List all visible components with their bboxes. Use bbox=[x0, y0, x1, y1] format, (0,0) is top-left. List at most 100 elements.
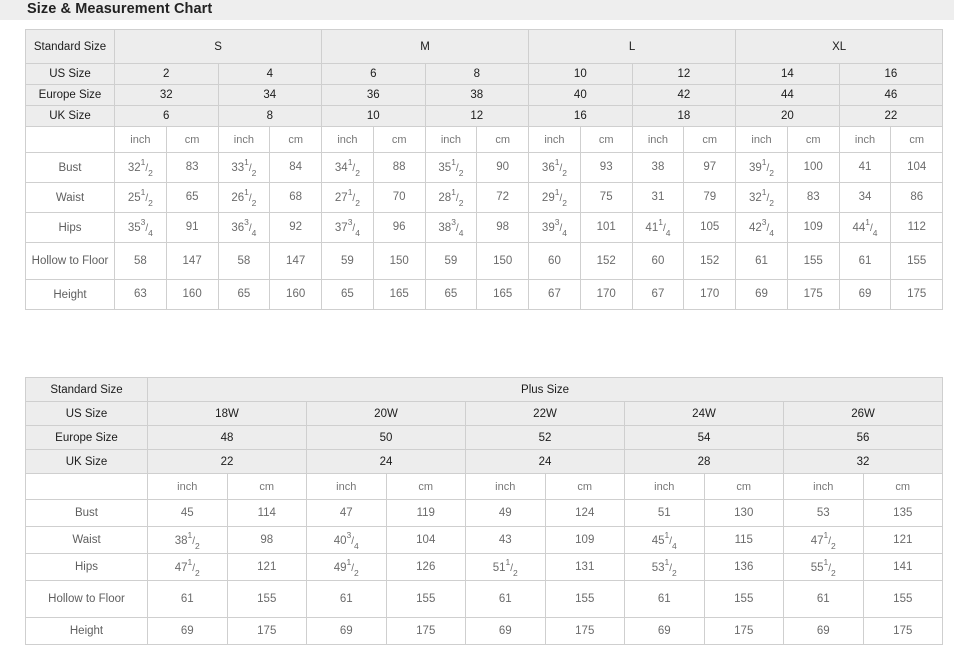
measurement-cell: 98 bbox=[226, 526, 307, 554]
size-value: 20W bbox=[306, 401, 466, 426]
measurement-cell: 261/2 bbox=[217, 182, 271, 213]
measurement-cell: 84 bbox=[269, 152, 323, 183]
size-value: 22 bbox=[147, 449, 307, 474]
size-value: 32 bbox=[114, 84, 219, 106]
measurement-cell: 67 bbox=[631, 279, 685, 310]
measurement-cell: 155 bbox=[786, 242, 840, 280]
measurement-value: 152 bbox=[700, 254, 720, 267]
measurement-row: Height 63 160 65 160 65 165 65 165 67 170 67 170 69 17… bbox=[25, 279, 944, 310]
measurement-cell: 105 bbox=[683, 212, 737, 243]
measurement-value: 104 bbox=[907, 161, 927, 174]
measurement-value: 88 bbox=[392, 161, 406, 174]
measurement-value: 83 bbox=[806, 191, 820, 204]
size-chart-page: Size & Measurement Chart Standard Size S M… bbox=[0, 0, 954, 649]
measurement-value: 160 bbox=[182, 288, 202, 301]
measurement-cell: 69 bbox=[147, 617, 228, 645]
measurement-cell: 68 bbox=[269, 182, 323, 213]
measurement-value: 63 bbox=[133, 288, 147, 301]
measurement-cell: 165 bbox=[476, 279, 530, 310]
measurement-cell: 98 bbox=[476, 212, 530, 243]
unit-header-inch: inch bbox=[735, 126, 788, 153]
measurement-cell: 121 bbox=[862, 526, 944, 554]
size-value: 16 bbox=[528, 105, 633, 127]
measurement-cell: 119 bbox=[385, 499, 466, 527]
unit-header-cm: cm bbox=[544, 473, 625, 500]
measurement-value: 91 bbox=[185, 221, 199, 234]
measurement-cell: 69 bbox=[306, 617, 387, 645]
measurement-cell: 65 bbox=[217, 279, 271, 310]
measurement-value: 155 bbox=[734, 592, 754, 605]
measurement-value: 155 bbox=[907, 254, 927, 267]
measurement-value: 271/2 bbox=[334, 187, 360, 209]
measurement-cell: 131 bbox=[544, 553, 625, 581]
measurement-value: 61 bbox=[498, 592, 512, 605]
unit-header-inch: inch bbox=[631, 126, 685, 153]
size-row: Europe Size 32 34 36 38 40 42 44 46 bbox=[25, 84, 944, 106]
measurement-cell: 451/4 bbox=[624, 526, 705, 554]
measurement-cell: 112 bbox=[890, 212, 944, 243]
measurement-cell: 155 bbox=[703, 580, 784, 618]
measurement-value: 155 bbox=[416, 592, 436, 605]
measurement-value: 69 bbox=[657, 624, 671, 637]
measurement-value: 61 bbox=[339, 592, 353, 605]
measurement-cell: 291/2 bbox=[528, 182, 581, 213]
size-value: 2 bbox=[114, 63, 219, 85]
measurement-value: 170 bbox=[700, 288, 720, 301]
measurement-cell: 351/2 bbox=[424, 152, 478, 183]
measurement-cell: 65 bbox=[165, 182, 219, 213]
measurement-value: 373/4 bbox=[334, 217, 360, 239]
measurement-value: 331/2 bbox=[231, 157, 257, 179]
size-row-label: Europe Size bbox=[25, 425, 148, 450]
measurement-value: 119 bbox=[416, 506, 435, 519]
size-row: US Size 2 4 6 8 10 12 14 16 bbox=[25, 63, 944, 85]
measurement-cell: 61 bbox=[624, 580, 705, 618]
size-value: 24 bbox=[465, 449, 625, 474]
measurement-cell: 361/2 bbox=[528, 152, 581, 183]
measurement-value: 251/2 bbox=[127, 187, 153, 209]
measurement-value: 175 bbox=[907, 288, 927, 301]
measurement-cell: 90 bbox=[476, 152, 530, 183]
measurement-cell: 155 bbox=[862, 580, 944, 618]
unit-header-cm: cm bbox=[165, 126, 219, 153]
measurement-value: 321/2 bbox=[748, 187, 774, 209]
measurement-cell: 31 bbox=[631, 182, 685, 213]
size-value: 42 bbox=[631, 84, 737, 106]
unit-header-row: inch cm inch cm inch cm inch cm inch cm bbox=[25, 473, 944, 500]
measurement-value: 126 bbox=[416, 560, 436, 573]
measurement-cell: 147 bbox=[269, 242, 323, 280]
measurement-value: 101 bbox=[596, 221, 616, 234]
measurement-cell: 353/4 bbox=[114, 212, 167, 243]
measurement-cell: 175 bbox=[544, 617, 625, 645]
measurement-row: Waist 381/2 98 403/4 104 43 109 451/4 115 471/2 12… bbox=[25, 526, 944, 554]
measurement-cell: 152 bbox=[579, 242, 633, 280]
unit-row-blank-label bbox=[25, 473, 148, 500]
measurement-label: Hollow to Floor bbox=[25, 242, 115, 280]
measurement-value: 423/4 bbox=[748, 217, 774, 239]
standard-size-table: Standard Size S M L XL US Size 2 4 6 8 10 12 14 16 Eur… bbox=[25, 29, 944, 310]
measurement-value: 61 bbox=[180, 592, 194, 605]
measurement-cell: 281/2 bbox=[424, 182, 478, 213]
measurement-cell: 491/2 bbox=[306, 553, 387, 581]
size-value: 34 bbox=[217, 84, 323, 106]
size-value: 56 bbox=[782, 425, 944, 450]
measurement-cell: 104 bbox=[385, 526, 466, 554]
measurement-cell: 165 bbox=[372, 279, 426, 310]
size-value: 54 bbox=[624, 425, 784, 450]
measurement-cell: 61 bbox=[838, 242, 892, 280]
measurement-row: Height 69 175 69 175 69 175 69 175 69 175 bbox=[25, 617, 944, 645]
measurement-cell: 381/2 bbox=[147, 526, 228, 554]
measurement-value: 155 bbox=[803, 254, 823, 267]
measurement-cell: 150 bbox=[476, 242, 530, 280]
measurement-value: 155 bbox=[257, 592, 277, 605]
measurement-value: 97 bbox=[703, 161, 717, 174]
group-header-plus-size: Plus Size bbox=[146, 377, 944, 402]
measurement-value: 155 bbox=[893, 592, 913, 605]
measurement-value: 175 bbox=[893, 624, 913, 637]
measurement-value: 165 bbox=[389, 288, 409, 301]
size-value: 28 bbox=[624, 449, 784, 474]
measurement-cell: 551/2 bbox=[783, 553, 864, 581]
measurement-value: 141 bbox=[893, 560, 913, 573]
measurement-value: 65 bbox=[444, 288, 458, 301]
size-row-label: UK Size bbox=[25, 449, 148, 474]
size-row: US Size 18W 20W 22W 24W 26W bbox=[25, 401, 944, 426]
